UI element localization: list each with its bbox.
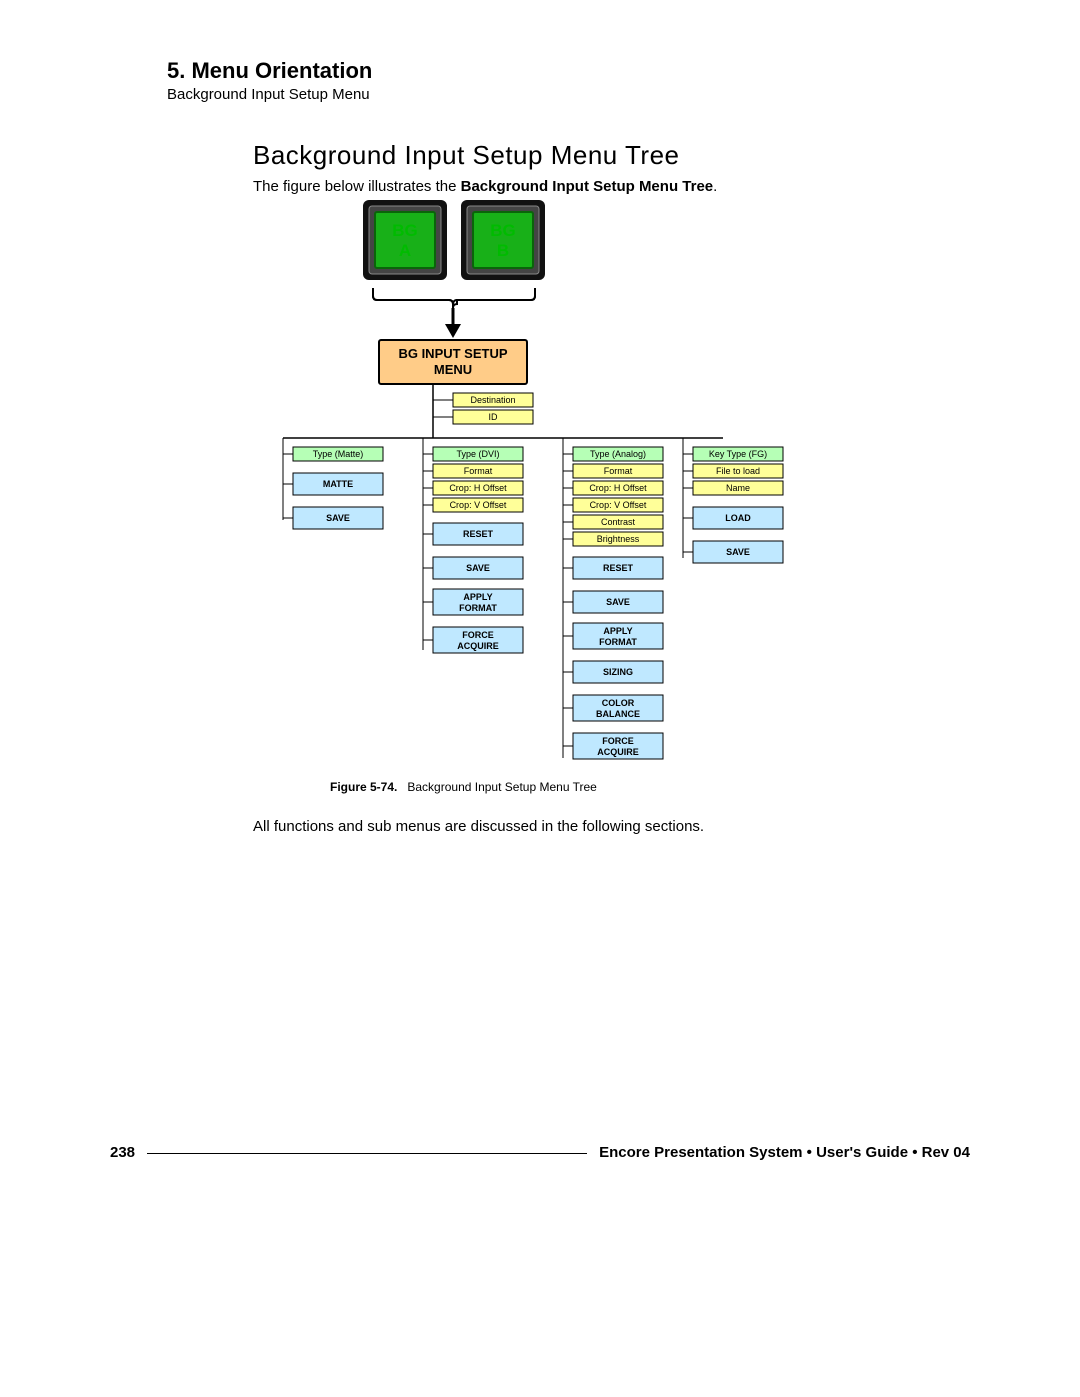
an-y0: Format (604, 466, 633, 476)
dvi-y1: Crop: H Offset (449, 483, 507, 493)
footer-rule (147, 1153, 587, 1154)
key-green: Key Type (FG) (709, 449, 767, 459)
bg-b-button: BG B (461, 200, 545, 280)
intro-post: . (713, 178, 717, 195)
an-b2a: APPLY (603, 626, 632, 636)
figure-text: Background Input Setup Menu Tree (407, 780, 596, 794)
matte-green: Type (Matte) (313, 449, 364, 459)
an-y4: Brightness (597, 534, 640, 544)
key-y0: File to load (716, 466, 760, 476)
an-b5b: ACQUIRE (597, 747, 639, 757)
an-y1: Crop: H Offset (589, 483, 647, 493)
an-b1: SAVE (606, 597, 630, 607)
root-l1: BG INPUT SETUP (398, 346, 507, 361)
key-b0: LOAD (725, 513, 751, 523)
matte-blue-save: SAVE (326, 513, 350, 523)
intro-pre: The figure below illustrates the (253, 178, 461, 195)
menu-tree-diagram: BG A BG B BG INPUT SETUP MENU (253, 200, 813, 790)
an-b4b: BALANCE (596, 709, 640, 719)
key-y1: Name (726, 483, 750, 493)
intro-text: The figure below illustrates the Backgro… (253, 178, 717, 195)
figure-number: Figure 5-74. (330, 780, 397, 794)
dvi-b1: SAVE (466, 563, 490, 573)
dvi-y2: Crop: V Offset (450, 500, 507, 510)
dvi-y0: Format (464, 466, 493, 476)
an-b2b: FORMAT (599, 637, 637, 647)
page-title: Background Input Setup Menu Tree (253, 140, 680, 171)
root-l2: MENU (434, 362, 472, 377)
page-footer: 238 Encore Presentation System • User's … (110, 1144, 970, 1161)
intro-bold: Background Input Setup Menu Tree (461, 178, 714, 195)
an-b5a: FORCE (602, 736, 634, 746)
bg-a-l2: A (399, 241, 411, 260)
an-b3: SIZING (603, 667, 633, 677)
outro-text: All functions and sub menus are discusse… (253, 818, 704, 835)
col-dvi: Type (DVI) Format Crop: H Offset Crop: V… (423, 447, 523, 653)
bg-a-l1: BG (392, 221, 418, 240)
analog-green: Type (Analog) (590, 449, 646, 459)
bg-a-button: BG A (363, 200, 447, 280)
txt-id: ID (489, 412, 499, 422)
dvi-b3b: ACQUIRE (457, 641, 499, 651)
col-matte: Type (Matte) MATTE SAVE (283, 447, 383, 529)
section-heading: 5. Menu Orientation (167, 58, 372, 84)
key-b1: SAVE (726, 547, 750, 557)
bg-b-l1: BG (490, 221, 516, 240)
col-key: Key Type (FG) File to load Name LOAD SAV… (683, 447, 783, 563)
bg-b-l2: B (497, 241, 509, 260)
an-y3: Contrast (601, 517, 636, 527)
an-y2: Crop: V Offset (590, 500, 647, 510)
dvi-b3a: FORCE (462, 630, 494, 640)
footer-doc: Encore Presentation System • User's Guid… (599, 1144, 970, 1161)
an-b4a: COLOR (602, 698, 635, 708)
matte-blue-matte: MATTE (323, 479, 353, 489)
dvi-green: Type (DVI) (456, 449, 499, 459)
figure-caption: Figure 5-74. Background Input Setup Menu… (330, 780, 597, 794)
section-subtitle: Background Input Setup Menu (167, 86, 370, 103)
dvi-b2a: APPLY (463, 592, 492, 602)
dvi-b0: RESET (463, 529, 494, 539)
txt-destination: Destination (470, 395, 515, 405)
col-analog: Type (Analog) Format Crop: H Offset Crop… (563, 447, 663, 759)
an-b0: RESET (603, 563, 634, 573)
dvi-b2b: FORMAT (459, 603, 497, 613)
page-number: 238 (110, 1144, 135, 1161)
